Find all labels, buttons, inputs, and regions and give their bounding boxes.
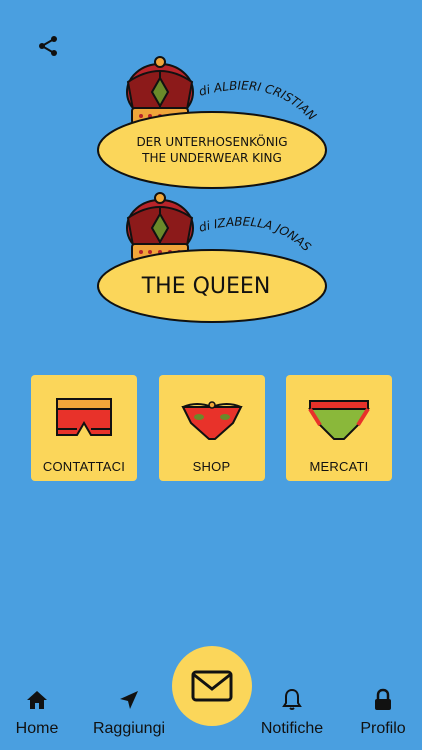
nav-profilo-label: Profilo <box>360 720 406 737</box>
nav-raggiungi[interactable]: Raggiungi <box>89 688 169 738</box>
nav-home-label: Home <box>15 720 59 737</box>
mercati-label: MERCATI <box>309 459 369 474</box>
nav-raggiungi-label: Raggiungi <box>92 720 166 737</box>
logo2-title: THE QUEEN <box>141 274 271 299</box>
nav-notifiche[interactable]: Notifiche <box>252 688 332 738</box>
contattaci-label: CONTATTACI <box>42 459 126 474</box>
contattaci-button[interactable]: CONTATTACI <box>31 375 137 481</box>
mail-button[interactable] <box>172 646 252 726</box>
tile-grid: CONTATTACI SHOP MERCATI <box>31 375 392 481</box>
svg-text:di IZABELLA JONAS: di IZABELLA JONAS <box>197 215 314 255</box>
nav-profilo[interactable]: Profilo <box>343 688 422 738</box>
logo2-author: di IZABELLA JONAS <box>197 215 314 255</box>
crown-icon <box>126 192 194 261</box>
mercati-button[interactable]: MERCATI <box>286 375 392 481</box>
briefs-icon <box>308 400 370 440</box>
shop-label: SHOP <box>192 459 231 474</box>
logo-area: di ALBIERI CRISTIAN DER UNTERHOSENKÖNIG … <box>97 56 327 323</box>
bell-icon <box>282 688 302 710</box>
mail-icon <box>191 670 233 702</box>
lock-icon <box>375 688 391 710</box>
lace-panties-icon <box>180 401 243 440</box>
shop-button[interactable]: SHOP <box>158 375 265 481</box>
navigation-arrow-icon <box>120 691 138 709</box>
logo1-line1: DER UNTERHOSENKÖNIG <box>136 133 287 149</box>
nav-home[interactable]: Home <box>0 688 77 738</box>
boxer-briefs-icon <box>56 398 112 436</box>
home-icon <box>27 691 47 709</box>
logo1-line2: THE UNDERWEAR KING <box>141 151 282 165</box>
nav-notifiche-label: Notifiche <box>260 720 324 737</box>
